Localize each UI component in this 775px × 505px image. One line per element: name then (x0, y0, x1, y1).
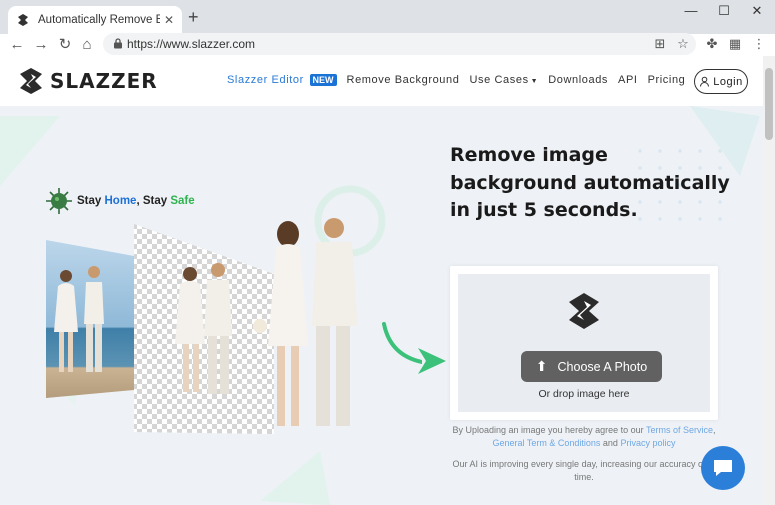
new-badge: NEW (309, 74, 337, 86)
privacy-policy-link[interactable]: Privacy policy (620, 438, 675, 448)
scrollbar-thumb[interactable] (765, 68, 773, 140)
reload-icon[interactable]: ↻ (56, 36, 74, 54)
choose-photo-button[interactable]: ⬆ Choose A Photo (521, 351, 662, 382)
arrow-head-icon (418, 348, 446, 374)
terms-prefix: By Uploading an image you hereby agree t… (452, 425, 646, 435)
ai-improving-note: Our AI is improving every single day, in… (452, 459, 716, 482)
upload-card: ⬆ Choose A Photo Or drop image here (450, 266, 718, 420)
nav-link-api[interactable]: API (618, 74, 638, 86)
new-tab-button[interactable]: + (188, 8, 199, 26)
hero-headline: Remove image background automatically in… (450, 144, 730, 221)
browser-tab-bar: Automatically Remove Backgro ✕ + — ☐ ✕ (0, 0, 775, 34)
tab-close-icon[interactable]: ✕ (164, 13, 174, 27)
bookmark-star-icon[interactable]: ☆ (675, 36, 691, 52)
tab-title: Automatically Remove Backgro (38, 14, 160, 26)
slazzer-logo-icon (20, 68, 42, 94)
home-icon[interactable]: ⌂ (78, 36, 96, 54)
virus-icon (46, 188, 72, 214)
user-icon (700, 76, 710, 87)
slazzer-logo-icon (569, 293, 599, 329)
stay-text-2: , Stay (136, 195, 171, 207)
nav-link-remove-background[interactable]: Remove Background (347, 74, 460, 86)
extensions-icon[interactable]: ✤ (704, 36, 720, 52)
transparent-background (134, 224, 274, 434)
terms-comma: , (712, 425, 716, 435)
main-nav: Slazzer Editor NEW Remove Background Use… (227, 74, 695, 86)
nav-link-downloads[interactable]: Downloads (548, 74, 608, 86)
close-window-button[interactable]: ✕ (742, 3, 772, 19)
upload-icon: ⬆ (535, 358, 548, 374)
maximize-button[interactable]: ☐ (709, 3, 739, 19)
nav-link-use-cases-label: Use Cases (469, 74, 529, 86)
translate-icon[interactable]: ⊞ (652, 36, 668, 52)
site-header: SLAZZER Slazzer Editor NEW Remove Backgr… (0, 56, 763, 106)
login-button[interactable]: Login (694, 69, 748, 94)
logo-text: SLAZZER (50, 69, 158, 93)
stay-text-1: Stay (77, 195, 105, 207)
choose-photo-label: Choose A Photo (557, 359, 648, 374)
forward-icon[interactable]: → (32, 36, 50, 54)
stay-text-safe: Safe (170, 195, 195, 207)
stay-text-home: Home (104, 195, 137, 207)
page-scrollbar[interactable] (763, 56, 775, 505)
chat-widget-button[interactable] (701, 446, 745, 490)
back-icon[interactable]: ← (8, 36, 26, 54)
terms-and: and (600, 438, 621, 448)
nav-link-editor-label: Slazzer Editor (227, 74, 304, 86)
nav-link-use-cases[interactable]: Use Cases ▼ (469, 74, 538, 86)
url-text: https://www.slazzer.com (127, 37, 256, 51)
browser-menu-icon[interactable]: ⋮ (751, 36, 767, 52)
profile-icon[interactable]: ▦ (727, 36, 743, 52)
slazzer-logo[interactable]: SLAZZER (16, 66, 158, 96)
chevron-down-icon: ▼ (530, 78, 539, 85)
minimize-button[interactable]: — (676, 3, 706, 18)
address-bar[interactable]: https://www.slazzer.com ⊞ ☆ (103, 33, 696, 55)
terms-of-service-link[interactable]: Terms of Service (646, 425, 713, 435)
nav-link-slazzer-editor[interactable]: Slazzer Editor NEW (227, 74, 337, 86)
page: SLAZZER Slazzer Editor NEW Remove Backgr… (0, 56, 763, 505)
stay-safe-banner: Stay Home , Stay Safe (45, 187, 195, 215)
upload-dropzone[interactable]: ⬆ Choose A Photo Or drop image here (458, 274, 710, 412)
drop-image-text: Or drop image here (538, 388, 630, 400)
browser-tab[interactable]: Automatically Remove Backgro ✕ (8, 6, 182, 34)
nav-link-pricing[interactable]: Pricing (648, 74, 686, 86)
general-terms-link[interactable]: General Term & Conditions (493, 438, 601, 448)
chat-bubble-icon (714, 460, 732, 476)
slazzer-favicon-icon (18, 14, 28, 26)
lock-icon (114, 38, 122, 49)
hero-illustration (46, 218, 422, 434)
login-label: Login (713, 75, 743, 88)
upload-terms: By Uploading an image you hereby agree t… (450, 424, 718, 450)
